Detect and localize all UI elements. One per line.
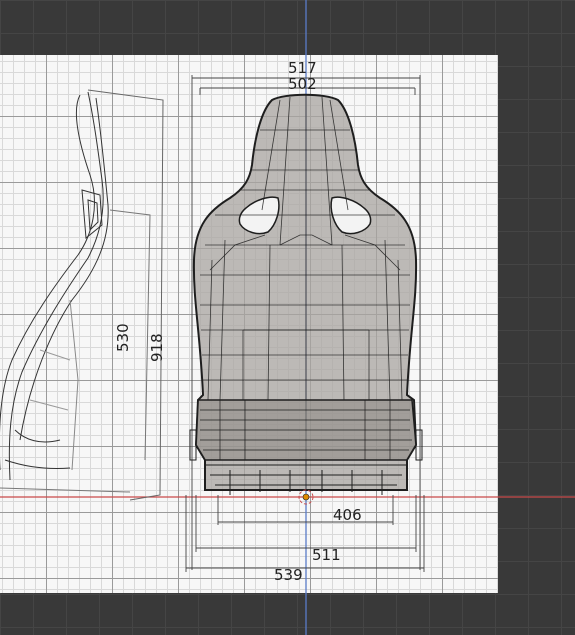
3d-viewport[interactable]: 517 502 406 511 539 530 918	[0, 0, 575, 635]
dim-base-width: 406	[333, 506, 362, 524]
dim-top-inner-width: 502	[288, 75, 317, 93]
dim-bottom-width: 539	[274, 566, 303, 584]
seat-mesh[interactable]	[189, 93, 423, 495]
dim-mid-width: 511	[312, 546, 341, 564]
viewport-overlay: 517 502 406 511 539 530 918	[0, 0, 575, 635]
dim-seat-depth: 530	[114, 323, 132, 352]
dim-total-height: 918	[148, 333, 166, 362]
side-view-drawing	[0, 89, 164, 501]
